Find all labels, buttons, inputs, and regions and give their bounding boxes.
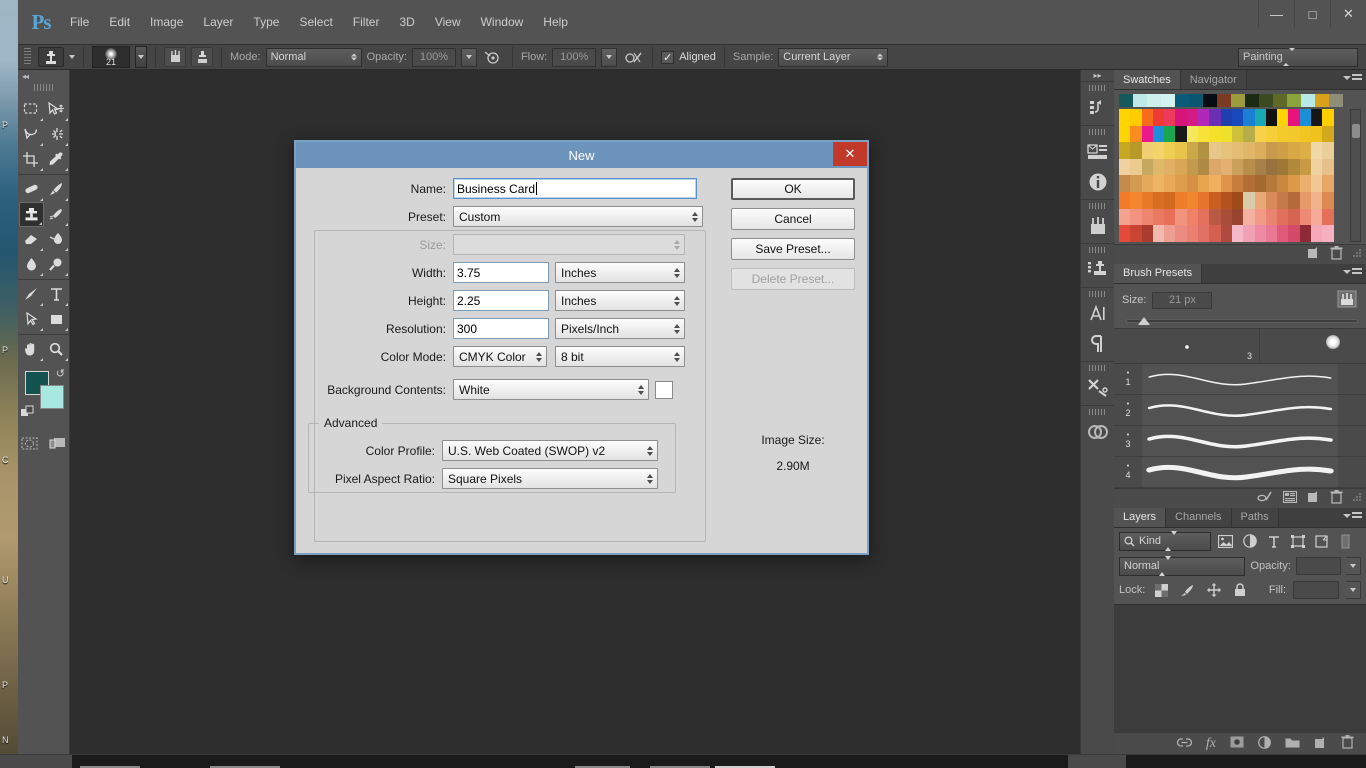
pixel-aspect-ratio-row: Pixel Aspect Ratio: Square Pixels [309, 468, 675, 489]
pixel-aspect-ratio-select[interactable]: Square Pixels [442, 468, 658, 489]
width-value: 3.75 [457, 265, 481, 280]
resolution-value: 300 [457, 321, 478, 336]
pixel-aspect-ratio-label: Pixel Aspect Ratio: [334, 471, 435, 486]
preset-row: Preset: Custom [308, 206, 855, 227]
name-label: Name: [410, 181, 446, 196]
color-profile-select[interactable]: U.S. Web Coated (SWOP) v2 [442, 440, 658, 461]
background-contents-label: Background Contents: [327, 382, 446, 397]
resolution-input[interactable]: 300 [453, 318, 549, 339]
name-input[interactable]: Business Card [453, 178, 697, 199]
width-input[interactable]: 3.75 [453, 262, 549, 283]
color-mode-value: CMYK Color [459, 349, 526, 364]
color-mode-select[interactable]: CMYK Color [453, 346, 547, 367]
height-input[interactable]: 2.25 [453, 290, 549, 311]
height-unit-value: Inches [561, 293, 597, 308]
background-contents-row: Background Contents: White [308, 379, 855, 400]
image-size-info: Image Size: 2.90M [731, 433, 855, 473]
modal-overlay: New ✕ Name: Business Card Preset: Custom… [0, 0, 1366, 768]
bit-depth-value: 8 bit [561, 349, 584, 364]
background-color-preview[interactable] [655, 380, 673, 399]
resolution-unit-select[interactable]: Pixels/Inch [555, 318, 685, 339]
height-value: 2.25 [457, 293, 481, 308]
image-size-label: Image Size: [761, 433, 825, 447]
color-profile-value: U.S. Web Coated (SWOP) v2 [448, 443, 606, 458]
color-mode-label: Color Mode: [380, 349, 446, 364]
height-label: Height: [407, 293, 446, 308]
resolution-label: Resolution: [385, 321, 446, 336]
dialog-title: New [568, 147, 595, 163]
width-label: Width: [411, 265, 446, 280]
new-document-dialog: New ✕ Name: Business Card Preset: Custom… [294, 140, 869, 555]
advanced-group-box: Advanced Color Profile: U.S. Web Coated … [308, 416, 676, 493]
dialog-title-bar[interactable]: New ✕ [296, 142, 867, 168]
resolution-row: Resolution: 300 Pixels/Inch [308, 318, 855, 339]
advanced-label: Advanced [319, 416, 383, 430]
color-profile-label: Color Profile: [365, 443, 435, 458]
preset-value: Custom [459, 209, 501, 224]
preset-label: Preset: [407, 209, 446, 224]
background-contents-select[interactable]: White [453, 379, 649, 400]
bit-depth-select[interactable]: 8 bit [555, 346, 685, 367]
color-profile-row: Color Profile: U.S. Web Coated (SWOP) v2 [309, 440, 675, 461]
close-icon[interactable]: ✕ [833, 142, 867, 166]
width-unit-select[interactable]: Inches [555, 262, 685, 283]
pixel-aspect-ratio-value: Square Pixels [448, 471, 523, 486]
width-unit-value: Inches [561, 265, 597, 280]
size-select [453, 234, 685, 255]
height-unit-select[interactable]: Inches [555, 290, 685, 311]
preset-select[interactable]: Custom [453, 206, 703, 227]
width-row: Width: 3.75 Inches [308, 262, 855, 283]
background-contents-value: White [459, 382, 490, 397]
resolution-unit-value: Pixels/Inch [561, 321, 620, 336]
dialog-body: Name: Business Card Preset: Custom Size:… [296, 168, 867, 557]
image-size-value: 2.90M [776, 459, 810, 473]
size-row: Size: [308, 234, 855, 255]
height-row: Height: 2.25 Inches [308, 290, 855, 311]
name-value: Business Card [457, 181, 536, 196]
color-mode-row: Color Mode: CMYK Color 8 bit [308, 346, 855, 367]
name-row: Name: Business Card [308, 178, 855, 199]
size-label: Size: [419, 237, 446, 252]
